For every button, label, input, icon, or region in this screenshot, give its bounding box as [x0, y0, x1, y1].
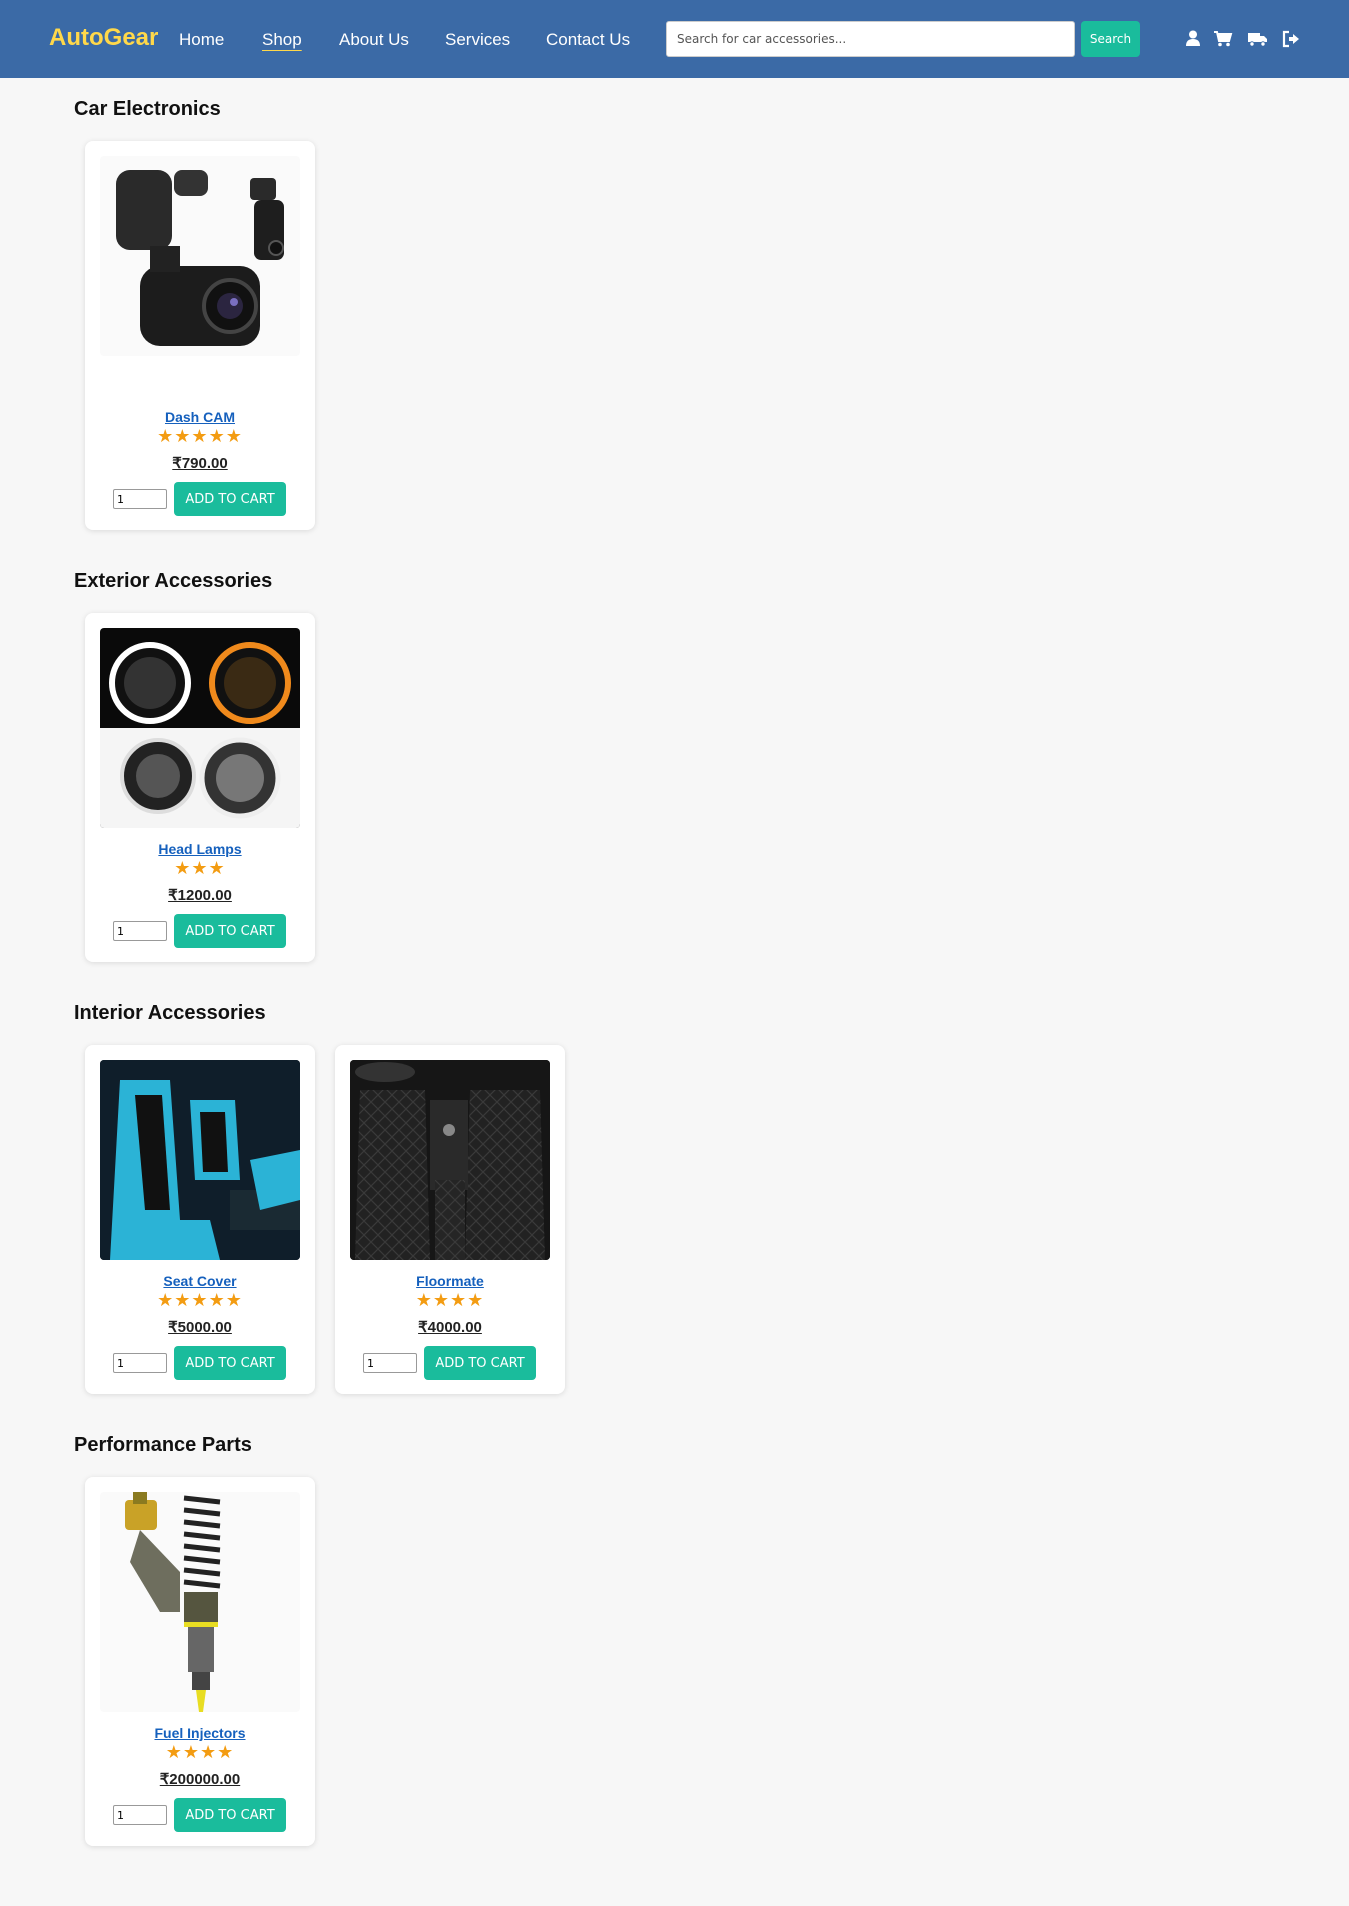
quantity-input[interactable]	[113, 1353, 167, 1373]
product-card: Floormate ★★★★ ₹4000.00 ADD TO CART	[335, 1045, 565, 1394]
product-card: Seat Cover ★★★★★ ₹5000.00 ADD TO CART	[85, 1045, 315, 1394]
section-title-exterior-accessories: Exterior Accessories	[74, 570, 273, 592]
add-to-cart-button[interactable]: ADD TO CART	[174, 914, 286, 948]
head-lamps-image[interactable]	[100, 628, 300, 828]
quantity-input[interactable]	[113, 921, 167, 941]
product-price: ₹790.00	[172, 455, 228, 472]
nav-home[interactable]: Home	[179, 30, 224, 50]
rating-stars: ★★★★	[415, 1290, 485, 1310]
product-price: ₹4000.00	[418, 1319, 482, 1336]
quantity-input[interactable]	[363, 1353, 417, 1373]
product-name[interactable]: Dash CAM	[85, 409, 315, 425]
product-price: ₹5000.00	[168, 1319, 232, 1336]
product-price: ₹1200.00	[168, 887, 232, 904]
add-to-cart-button[interactable]: ADD TO CART	[424, 1346, 536, 1380]
nav-shop[interactable]: Shop	[262, 30, 302, 50]
fuel-injector-image[interactable]	[100, 1492, 300, 1712]
product-name[interactable]: Floormate	[335, 1273, 565, 1289]
section-title-car-electronics: Car Electronics	[74, 98, 221, 120]
rating-stars: ★★★	[174, 858, 226, 878]
seat-cover-image[interactable]	[100, 1060, 300, 1260]
nav-services[interactable]: Services	[445, 30, 510, 50]
product-card: Fuel Injectors ★★★★ ₹200000.00 ADD TO CA…	[85, 1477, 315, 1846]
section-title-performance-parts: Performance Parts	[74, 1434, 252, 1456]
product-card: Head Lamps ★★★ ₹1200.00 ADD TO CART	[85, 613, 315, 962]
add-to-cart-button[interactable]: ADD TO CART	[174, 1346, 286, 1380]
search-button[interactable]: Search	[1081, 21, 1140, 57]
product-name[interactable]: Fuel Injectors	[85, 1725, 315, 1741]
user-icon[interactable]	[1183, 29, 1203, 49]
product-price: ₹200000.00	[159, 1771, 241, 1788]
product-name[interactable]: Seat Cover	[85, 1273, 315, 1289]
logout-icon[interactable]	[1281, 29, 1301, 49]
add-to-cart-button[interactable]: ADD TO CART	[174, 482, 286, 516]
quantity-input[interactable]	[113, 1805, 167, 1825]
navbar: AutoGear Home Shop About Us Services Con…	[0, 0, 1349, 78]
floor-mat-image[interactable]	[350, 1060, 550, 1260]
dash-cam-image[interactable]	[100, 156, 300, 356]
cart-icon[interactable]	[1213, 29, 1233, 49]
nav-contact[interactable]: Contact Us	[546, 30, 630, 50]
brand-logo[interactable]: AutoGear	[49, 24, 158, 52]
truck-icon[interactable]	[1247, 29, 1269, 49]
add-to-cart-button[interactable]: ADD TO CART	[174, 1798, 286, 1832]
rating-stars: ★★★★	[165, 1742, 235, 1762]
rating-stars: ★★★★★	[157, 1290, 243, 1310]
nav-about[interactable]: About Us	[339, 30, 409, 50]
rating-stars: ★★★★★	[157, 426, 243, 446]
product-card: Dash CAM ★★★★★ ₹790.00 ADD TO CART	[85, 141, 315, 530]
product-name[interactable]: Head Lamps	[85, 841, 315, 857]
quantity-input[interactable]	[113, 489, 167, 509]
section-title-interior-accessories: Interior Accessories	[74, 1002, 266, 1024]
search-input[interactable]	[666, 21, 1075, 57]
